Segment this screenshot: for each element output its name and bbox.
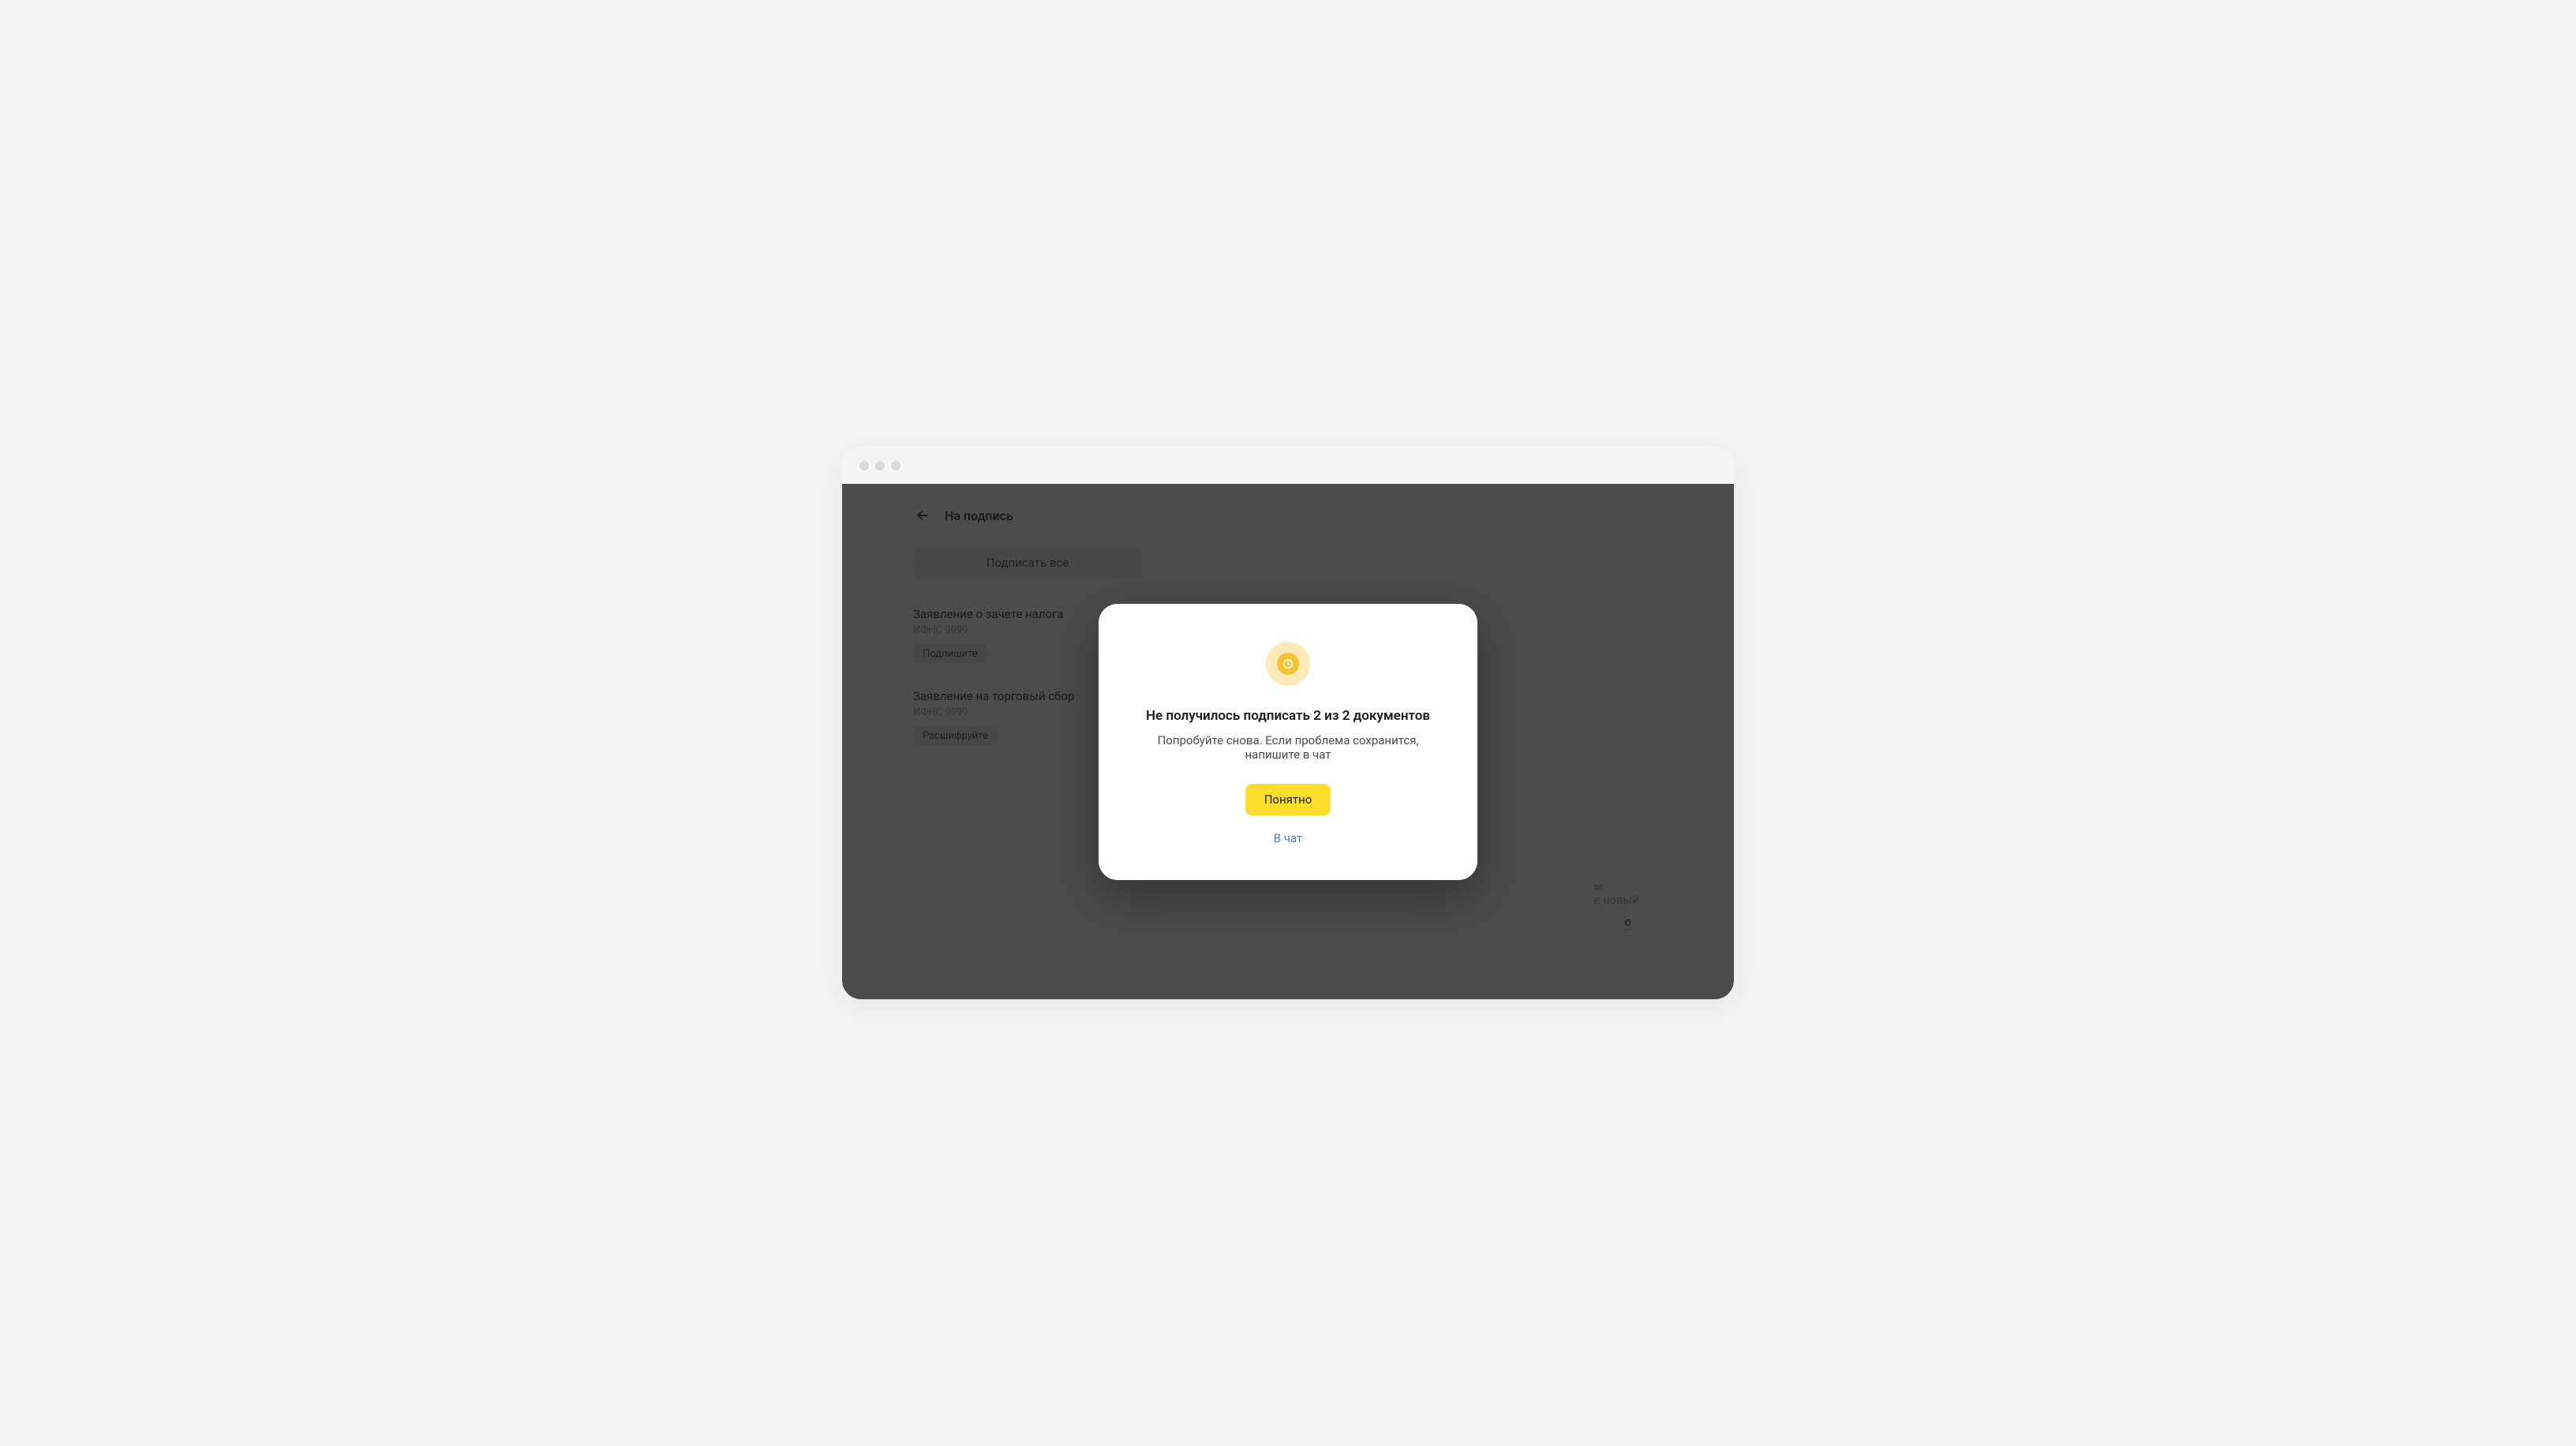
chat-link[interactable]: В чат xyxy=(1133,831,1443,845)
ok-button[interactable]: Понятно xyxy=(1245,784,1331,815)
content: На подпись Подписать все 5 июл. Заявлени… xyxy=(842,484,1734,999)
traffic-minimize[interactable] xyxy=(875,461,885,470)
modal-title: Не получилось подписать 2 из 2 документо… xyxy=(1133,708,1443,724)
modal-message: Попробуйте снова. Если проблема сохранит… xyxy=(1133,733,1443,762)
traffic-maximize[interactable] xyxy=(891,461,900,470)
titlebar xyxy=(842,447,1734,484)
traffic-close[interactable] xyxy=(859,461,869,470)
app-window: На подпись Подписать все 5 июл. Заявлени… xyxy=(842,447,1734,999)
clock-icon xyxy=(1266,642,1310,686)
error-modal: Не получилось подписать 2 из 2 документо… xyxy=(1099,604,1477,880)
